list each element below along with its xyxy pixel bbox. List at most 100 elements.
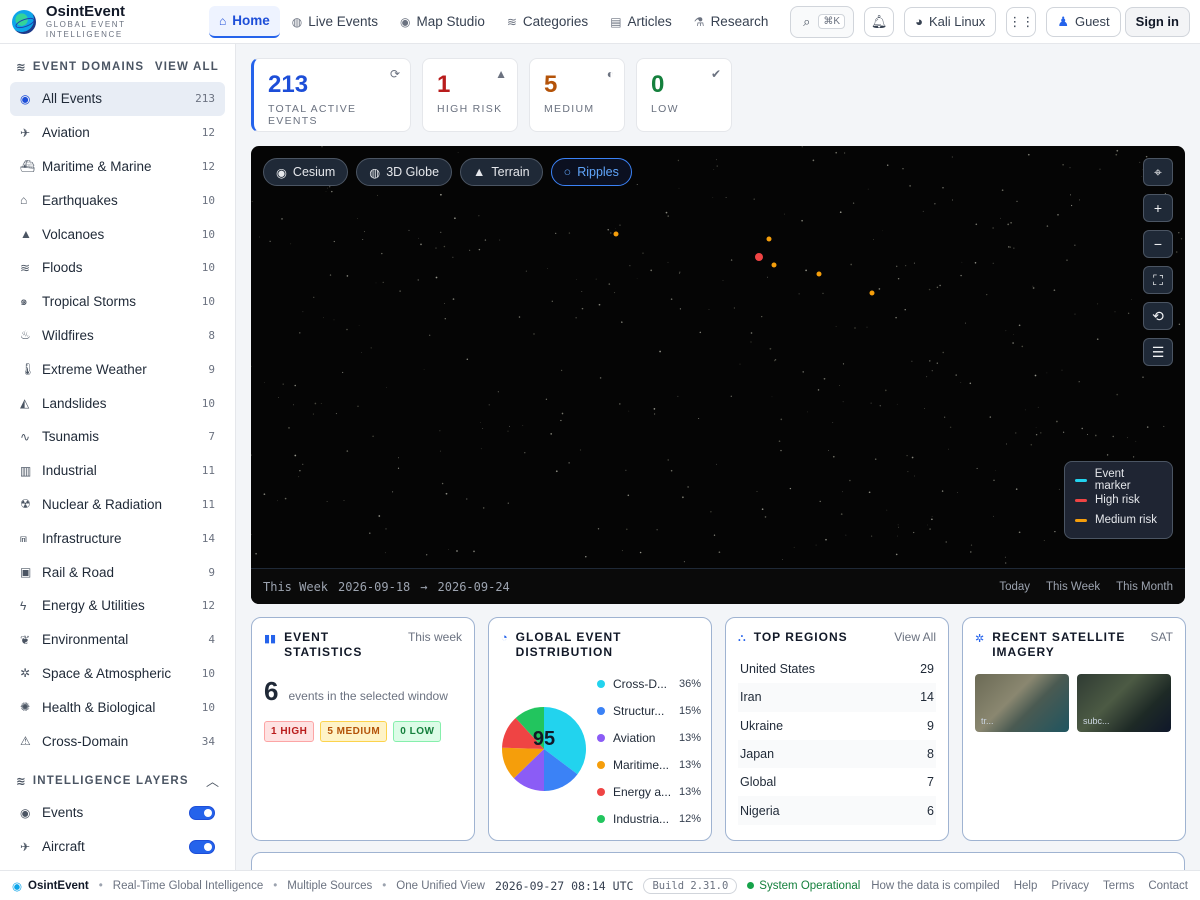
footer-link-contact[interactable]: Contact (1148, 880, 1188, 892)
range-today[interactable]: Today (999, 581, 1030, 593)
chip-terrain[interactable]: ▲ Terrain (460, 158, 543, 186)
nav-live-events[interactable]: ◍ Live Events (282, 6, 388, 38)
nav-research[interactable]: ⚗ Research (684, 6, 779, 38)
stats-count: 6 (264, 676, 279, 706)
layer-events-toggle[interactable] (189, 805, 215, 820)
sidebar-item-volcanoes[interactable]: ▲ Volcanoes 10 (10, 217, 225, 251)
layers-header[interactable]: ≋ INTELLIGENCE LAYERS ︿ (10, 766, 225, 796)
sidebar-item-label: Floods (42, 260, 83, 276)
event-marker[interactable] (613, 231, 619, 237)
sidebar-item-energy-utilities[interactable]: ϟ Energy & Utilities 12 (10, 589, 225, 623)
map-settings-button[interactable]: ☰ (1143, 338, 1173, 366)
sidebar-item-floods[interactable]: ≋ Floods 10 (10, 251, 225, 285)
nav-categories[interactable]: ≋ Categories (497, 6, 598, 38)
stats-period[interactable]: This week (408, 630, 462, 644)
sidebar-item-wildfires[interactable]: ♨ Wildfires 8 (10, 319, 225, 353)
brand[interactable]: OsintEvent GLOBAL EVENT INTELLIGENCE (0, 4, 205, 40)
sidebar-item-industrial[interactable]: ▥ Industrial 11 (10, 454, 225, 488)
region-count: 29 (920, 662, 934, 677)
card-title: TOP REGIONS (753, 630, 848, 644)
layer-aircraft-toggle[interactable] (189, 839, 215, 854)
sidebar-item-tsunamis[interactable]: ∿ Tsunamis 7 (10, 420, 225, 454)
guest-button[interactable]: ♟ Guest (1046, 6, 1121, 37)
sidebar-item-count: 4 (208, 633, 215, 647)
nav-articles[interactable]: ▤ Articles (600, 6, 682, 38)
sidebar-item-space-atmospheric[interactable]: ✲ Space & Atmospheric 10 (10, 657, 225, 691)
event-marker[interactable] (766, 236, 772, 242)
apps-grid-button[interactable]: ⋮⋮ (1006, 6, 1037, 37)
range-this-week[interactable]: This Week (1046, 581, 1100, 593)
footer-link-help[interactable]: Help (1014, 880, 1038, 892)
region-row[interactable]: Ukraine 9 (738, 712, 936, 740)
range-this-month[interactable]: This Month (1116, 581, 1173, 593)
region-row[interactable]: United States 29 (738, 655, 936, 683)
sidebar-item-earthquakes[interactable]: ⌂ Earthquakes 10 (10, 183, 225, 217)
sidebar-item-infrastructure[interactable]: ⩎ Infrastructure 14 (10, 521, 225, 555)
nav-home[interactable]: ⌂ Home (209, 5, 280, 38)
search-button[interactable]: ⌕ ⌘K (790, 5, 855, 38)
zoom-out-button[interactable]: − (1143, 230, 1173, 258)
event-marker[interactable] (816, 271, 822, 277)
sidebar-item-extreme-weather[interactable]: 🌡︎ Extreme Weather 9 (10, 352, 225, 386)
view-all-link[interactable]: VIEW ALL (155, 61, 219, 73)
sign-in-button[interactable]: Sign in (1124, 6, 1190, 37)
region-row[interactable]: Japan 8 (738, 739, 936, 769)
chip-3d-globe[interactable]: ◍ 3D Globe (356, 158, 453, 186)
regions-view-all[interactable]: View All (894, 630, 936, 644)
footer-link-terms[interactable]: Terms (1103, 880, 1134, 892)
event-marker[interactable] (869, 290, 875, 296)
sidebar-item-health-biological[interactable]: ✺ Health & Biological 10 (10, 690, 225, 724)
satellite-icon: ✲ (20, 666, 31, 681)
hurricane-icon: ๑ (20, 294, 28, 309)
sidebar-item-aviation[interactable]: ✈ Aviation 12 (10, 116, 225, 150)
region-row[interactable]: Iran 14 (738, 683, 936, 712)
layer-aircraft[interactable]: ✈ Aircraft (10, 830, 225, 864)
nav-map-studio[interactable]: ◉ Map Studio (390, 6, 495, 38)
satellite-thumbnail[interactable]: tr... (975, 674, 1069, 732)
sidebar-item-label: Maritime & Marine (42, 158, 152, 174)
footer-brand[interactable]: ◉ OsintEvent (12, 879, 89, 893)
sidebar-item-count: 34 (201, 734, 215, 748)
build-badge: Build 2.31.0 (643, 877, 738, 894)
sidebar-item-landslides[interactable]: ◭ Landslides 10 (10, 386, 225, 420)
stat-medium: 5 MEDIUM ◐ (529, 58, 625, 132)
region-row[interactable]: Global 7 (738, 768, 936, 796)
rotate-button[interactable]: ⟲ (1143, 302, 1173, 330)
event-marker[interactable] (771, 262, 777, 268)
region-row[interactable]: Nigeria 6 (738, 796, 936, 825)
sidebar-item-count: 10 (201, 227, 215, 241)
global-distribution-card: ◔ GLOBAL EVENT DISTRIBUTION 95 Cross-D..… (488, 617, 712, 841)
event-marker-high[interactable] (755, 253, 763, 261)
chip-ripples[interactable]: ○ Ripples (550, 158, 632, 186)
chip-cesium[interactable]: ◉ Cesium (263, 158, 349, 186)
globe-map[interactable]: ◉ Cesium ◍ 3D Globe ▲ Terrain ○ Ripples ⌖ + … (251, 146, 1185, 604)
sidebar-item-nuclear-radiation[interactable]: ☢ Nuclear & Radiation 11 (10, 488, 225, 522)
layers-icon: ≋ (506, 14, 517, 29)
sidebar-item-environmental[interactable]: ❦ Environmental 4 (10, 623, 225, 657)
footer-link-privacy[interactable]: Privacy (1051, 880, 1089, 892)
sidebar-item-rail-road[interactable]: ▣ Rail & Road 9 (10, 555, 225, 589)
palette-icon: ◕ (915, 14, 923, 29)
warning-icon: ▲ (495, 67, 507, 81)
footer-links: How the data is compiled Help Privacy Te… (871, 880, 1188, 892)
pie-chart-icon: ◔ (501, 632, 508, 644)
sidebar-item-count: 9 (208, 362, 215, 376)
sidebar-item-tropical-storms[interactable]: ๑ Tropical Storms 10 (10, 285, 225, 319)
sliders-icon: ☰ (1151, 343, 1165, 360)
zoom-in-button[interactable]: + (1143, 194, 1173, 222)
distro-button[interactable]: ◕ Kali Linux (904, 6, 997, 37)
legend-label: Aviation (613, 730, 656, 745)
map-view-chips: ◉ Cesium ◍ 3D Globe ▲ Terrain ○ Ripples (263, 158, 632, 186)
sidebar-item-maritime-marine[interactable]: ⛴ Maritime & Marine 12 (10, 150, 225, 184)
fullscreen-button[interactable]: ⛶ (1143, 266, 1173, 294)
legend-value: 13% (678, 785, 701, 798)
footer-link-data[interactable]: How the data is compiled (871, 880, 999, 892)
sidebar-item-cross-domain[interactable]: ⚠ Cross-Domain 34 (10, 724, 225, 758)
locate-button[interactable]: ⌖ (1143, 158, 1173, 186)
globe-icon: ◉ (20, 91, 31, 106)
layer-events[interactable]: ◉ Events (10, 796, 225, 830)
satellite-thumbnail[interactable]: subc... (1077, 674, 1171, 732)
sidebar-item-all-events[interactable]: ◉ All Events 213 (10, 82, 225, 116)
legend-event-marker: Event marker (1075, 468, 1162, 492)
notifications-button[interactable]: 🔔︎ (864, 6, 895, 37)
